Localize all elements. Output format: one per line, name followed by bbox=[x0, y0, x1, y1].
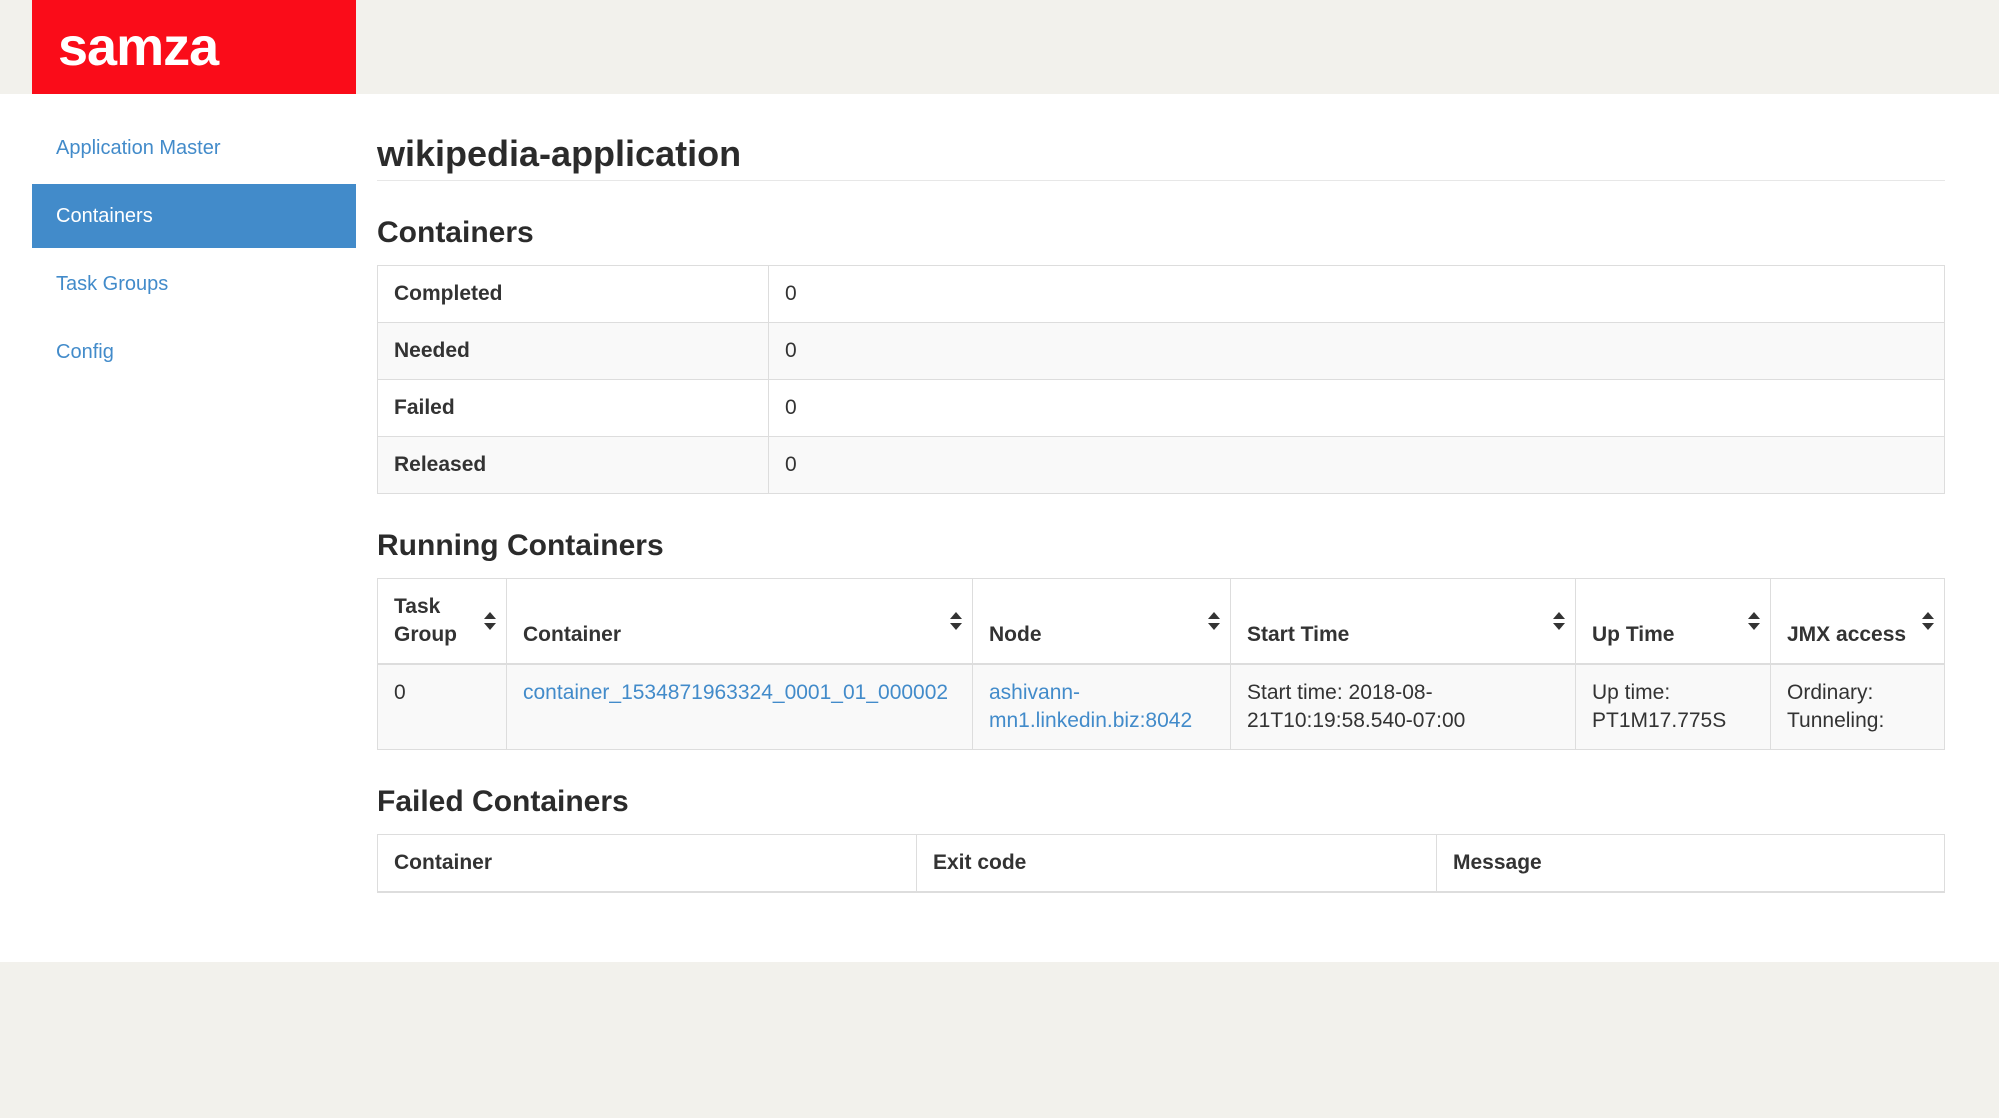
page-title: wikipedia-application bbox=[377, 128, 1945, 180]
column-header-up-time[interactable]: Up Time bbox=[1576, 579, 1771, 665]
column-header-start-time[interactable]: Start Time bbox=[1231, 579, 1576, 665]
task-group-cell: 0 bbox=[378, 664, 507, 750]
sidebar-item-task-groups[interactable]: Task Groups bbox=[32, 252, 356, 316]
table-header-row: Container Exit code Message bbox=[378, 835, 1945, 893]
node-cell: ashivann-mn1.linkedin.biz:8042 bbox=[973, 664, 1231, 750]
table-header-row: Task Group Container Node Start Time bbox=[378, 579, 1945, 665]
sort-icon bbox=[1748, 612, 1760, 630]
content: wikipedia-application Containers Complet… bbox=[377, 94, 1945, 893]
topbar: samza bbox=[0, 0, 1999, 94]
title-divider bbox=[377, 180, 1945, 181]
sort-icon bbox=[1208, 612, 1220, 630]
sidebar-item-config[interactable]: Config bbox=[32, 320, 356, 384]
up-time-cell: Up time: PT1M17.775S bbox=[1576, 664, 1771, 750]
sidebar-item-containers[interactable]: Containers bbox=[32, 184, 356, 248]
table-row: Failed 0 bbox=[378, 380, 1945, 437]
sort-icon bbox=[950, 612, 962, 630]
count-row-value: 0 bbox=[769, 380, 1945, 437]
column-header-node[interactable]: Node bbox=[973, 579, 1231, 665]
column-header-message: Message bbox=[1437, 835, 1945, 893]
table-row: Needed 0 bbox=[378, 323, 1945, 380]
sort-icon bbox=[1922, 612, 1934, 630]
sidebar: Application Master Containers Task Group… bbox=[32, 94, 356, 388]
footer bbox=[0, 962, 1999, 1118]
container-cell: container_1534871963324_0001_01_000002 bbox=[507, 664, 973, 750]
running-containers-table: Task Group Container Node Start Time bbox=[377, 578, 1945, 750]
count-row-value: 0 bbox=[769, 323, 1945, 380]
containers-count-table: Completed 0 Needed 0 Failed 0 Released 0 bbox=[377, 265, 1945, 494]
table-row: Released 0 bbox=[378, 437, 1945, 494]
column-header-failed-container: Container bbox=[378, 835, 917, 893]
samza-logo-text: samza bbox=[58, 20, 218, 74]
sort-icon bbox=[484, 612, 496, 630]
count-row-value: 0 bbox=[769, 437, 1945, 494]
main-area: Application Master Containers Task Group… bbox=[0, 94, 1999, 962]
section-heading-failed-containers: Failed Containers bbox=[377, 786, 1945, 818]
count-row-value: 0 bbox=[769, 266, 1945, 323]
column-header-exit-code: Exit code bbox=[917, 835, 1437, 893]
jmx-access-cell: Ordinary: Tunneling: bbox=[1771, 664, 1945, 750]
count-row-label: Completed bbox=[378, 266, 769, 323]
section-heading-containers: Containers bbox=[377, 217, 1945, 249]
table-row: 0 container_1534871963324_0001_01_000002… bbox=[378, 664, 1945, 750]
failed-containers-table: Container Exit code Message bbox=[377, 834, 1945, 893]
count-row-label: Needed bbox=[378, 323, 769, 380]
count-row-label: Failed bbox=[378, 380, 769, 437]
node-link[interactable]: ashivann-mn1.linkedin.biz:8042 bbox=[989, 681, 1192, 732]
sort-icon bbox=[1553, 612, 1565, 630]
samza-logo: samza bbox=[32, 0, 356, 94]
section-heading-running-containers: Running Containers bbox=[377, 530, 1945, 562]
sidebar-item-application-master[interactable]: Application Master bbox=[32, 116, 356, 180]
table-row: Completed 0 bbox=[378, 266, 1945, 323]
container-link[interactable]: container_1534871963324_0001_01_000002 bbox=[523, 681, 948, 704]
count-row-label: Released bbox=[378, 437, 769, 494]
column-header-jmx-access[interactable]: JMX access bbox=[1771, 579, 1945, 665]
column-header-task-group[interactable]: Task Group bbox=[378, 579, 507, 665]
column-header-container[interactable]: Container bbox=[507, 579, 973, 665]
start-time-cell: Start time: 2018-08-21T10:19:58.540-07:0… bbox=[1231, 664, 1576, 750]
